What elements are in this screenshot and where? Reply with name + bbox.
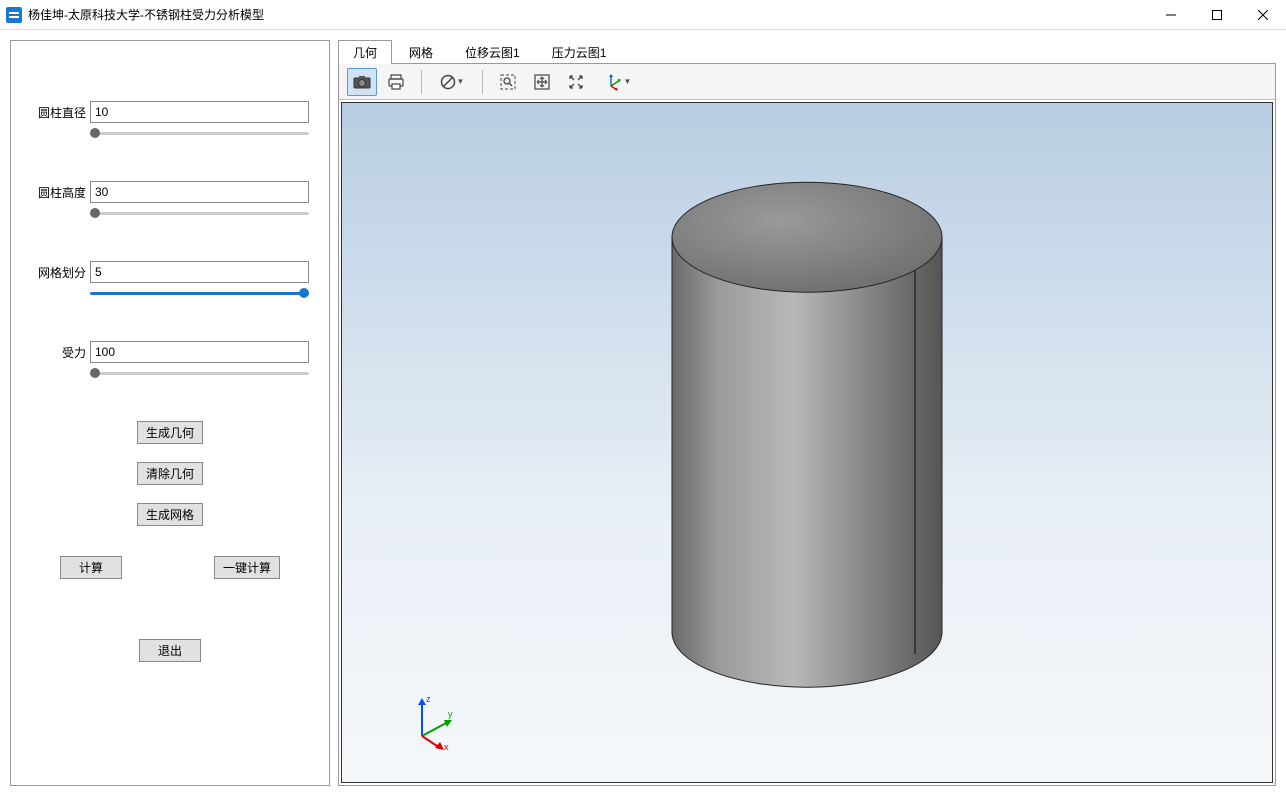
diameter-input[interactable] (90, 101, 309, 123)
tab-mesh[interactable]: 网格 (394, 40, 448, 64)
axis-z-label: z (426, 694, 431, 704)
compute-button[interactable]: 计算 (60, 556, 122, 579)
print-icon[interactable] (381, 68, 411, 96)
no-entry-icon[interactable]: ▼ (432, 68, 472, 96)
zoom-region-icon[interactable] (493, 68, 523, 96)
cylinder-geometry (657, 162, 957, 702)
3d-viewport[interactable]: z y x (341, 102, 1273, 783)
close-button[interactable] (1240, 0, 1286, 30)
minimize-button[interactable] (1148, 0, 1194, 30)
zoom-extents-icon[interactable] (561, 68, 591, 96)
mesh-label: 网格划分 (31, 264, 86, 281)
main-panel: 几何 网格 位移云图1 压力云图1 ▼ (338, 40, 1276, 786)
tabs: 几何 网格 位移云图1 压力云图1 (338, 40, 1276, 64)
force-input[interactable] (90, 341, 309, 363)
generate-mesh-button[interactable]: 生成网格 (137, 503, 203, 526)
sidebar: 圆柱直径 圆柱高度 网格划分 受力 (10, 40, 330, 786)
axis-y-label: y (448, 709, 453, 719)
diameter-slider[interactable] (90, 125, 309, 141)
viewport-toolbar: ▼ ▼ (339, 64, 1275, 100)
view-frame: ▼ ▼ (338, 63, 1276, 786)
axis-gizmo: z y x (404, 692, 464, 752)
force-slider[interactable] (90, 365, 309, 381)
tab-pressure[interactable]: 压力云图1 (537, 40, 622, 64)
height-slider[interactable] (90, 205, 309, 221)
mesh-slider[interactable] (90, 285, 309, 301)
titlebar: 杨佳坤-太原科技大学-不锈钢柱受力分析模型 (0, 0, 1286, 30)
height-input[interactable] (90, 181, 309, 203)
axis-orientation-icon[interactable]: ▼ (595, 68, 639, 96)
window-title: 杨佳坤-太原科技大学-不锈钢柱受力分析模型 (28, 6, 264, 23)
app-icon (6, 7, 22, 23)
axis-x-label: x (444, 742, 449, 752)
camera-icon[interactable] (347, 68, 377, 96)
mesh-input[interactable] (90, 261, 309, 283)
tab-displacement[interactable]: 位移云图1 (450, 40, 535, 64)
exit-button[interactable]: 退出 (139, 639, 201, 662)
one-click-compute-button[interactable]: 一键计算 (214, 556, 280, 579)
clear-geometry-button[interactable]: 清除几何 (137, 462, 203, 485)
height-label: 圆柱高度 (31, 184, 86, 201)
diameter-label: 圆柱直径 (31, 104, 86, 121)
generate-geometry-button[interactable]: 生成几何 (137, 421, 203, 444)
maximize-button[interactable] (1194, 0, 1240, 30)
tab-geometry[interactable]: 几何 (338, 40, 392, 64)
fit-view-icon[interactable] (527, 68, 557, 96)
force-label: 受力 (31, 344, 86, 361)
